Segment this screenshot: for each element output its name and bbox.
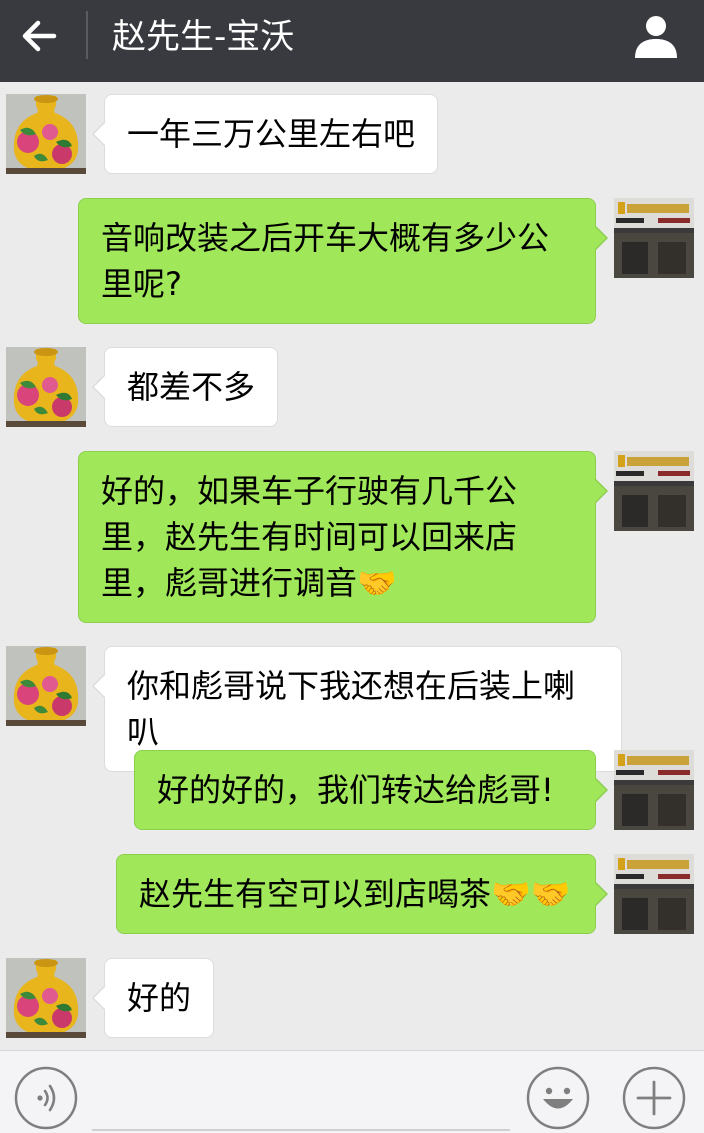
header-divider xyxy=(86,11,88,59)
input-toolbar xyxy=(0,1050,704,1133)
vase-photo-avatar xyxy=(6,646,86,726)
my-avatar[interactable] xyxy=(614,854,694,934)
emoji-button[interactable] xyxy=(526,1066,590,1130)
person-icon xyxy=(635,16,677,58)
contact-avatar[interactable] xyxy=(6,94,86,174)
vase-photo-avatar xyxy=(6,958,86,1038)
message-bubble[interactable]: 好的，如果车子行驶有几千公里，赵先生有时间可以回来店里，彪哥进行调音🤝 xyxy=(78,451,608,623)
shop-storefront-avatar xyxy=(614,198,694,278)
my-avatar[interactable] xyxy=(614,451,694,531)
back-button[interactable] xyxy=(14,11,64,61)
my-avatar[interactable] xyxy=(614,750,694,830)
message-bubble[interactable]: 一年三万公里左右吧 xyxy=(92,94,438,174)
chat-title: 赵先生-宝沃 xyxy=(112,17,295,57)
plus-icon xyxy=(622,1066,686,1130)
shop-storefront-avatar xyxy=(614,854,694,934)
contact-avatar[interactable] xyxy=(6,958,86,1038)
message-bubble[interactable]: 赵先生有空可以到店喝茶🤝🤝 xyxy=(116,854,608,934)
contact-avatar[interactable] xyxy=(6,646,86,726)
shop-storefront-avatar xyxy=(614,451,694,531)
shop-storefront-avatar xyxy=(614,750,694,830)
message-bubble[interactable]: 好的 xyxy=(92,958,214,1038)
my-avatar[interactable] xyxy=(614,198,694,278)
message-list[interactable]: 一年三万公里左右吧 音响改装之后开车大概有多少公里呢? 都差不多 好的，如果车子… xyxy=(0,82,704,1050)
voice-input-button[interactable] xyxy=(14,1066,78,1130)
message-input-underline[interactable] xyxy=(92,1129,510,1131)
message-bubble[interactable]: 都差不多 xyxy=(92,347,278,427)
message-bubble[interactable]: 音响改装之后开车大概有多少公里呢? xyxy=(78,198,608,324)
voice-icon xyxy=(14,1066,78,1130)
more-options-button[interactable] xyxy=(622,1066,686,1130)
chat-header: 赵先生-宝沃 xyxy=(0,0,704,82)
chat-info-button[interactable] xyxy=(632,12,680,60)
contact-avatar[interactable] xyxy=(6,347,86,427)
vase-photo-avatar xyxy=(6,347,86,427)
message-bubble[interactable]: 好的好的，我们转达给彪哥! xyxy=(134,750,608,830)
vase-photo-avatar xyxy=(6,94,86,174)
chat-app: 赵先生-宝沃 一年三万公里左右吧 音响改装之后开车大概有多少公里呢? 都差不多 … xyxy=(0,0,704,1133)
smiley-icon xyxy=(526,1066,590,1130)
arrow-left-icon xyxy=(22,20,57,52)
